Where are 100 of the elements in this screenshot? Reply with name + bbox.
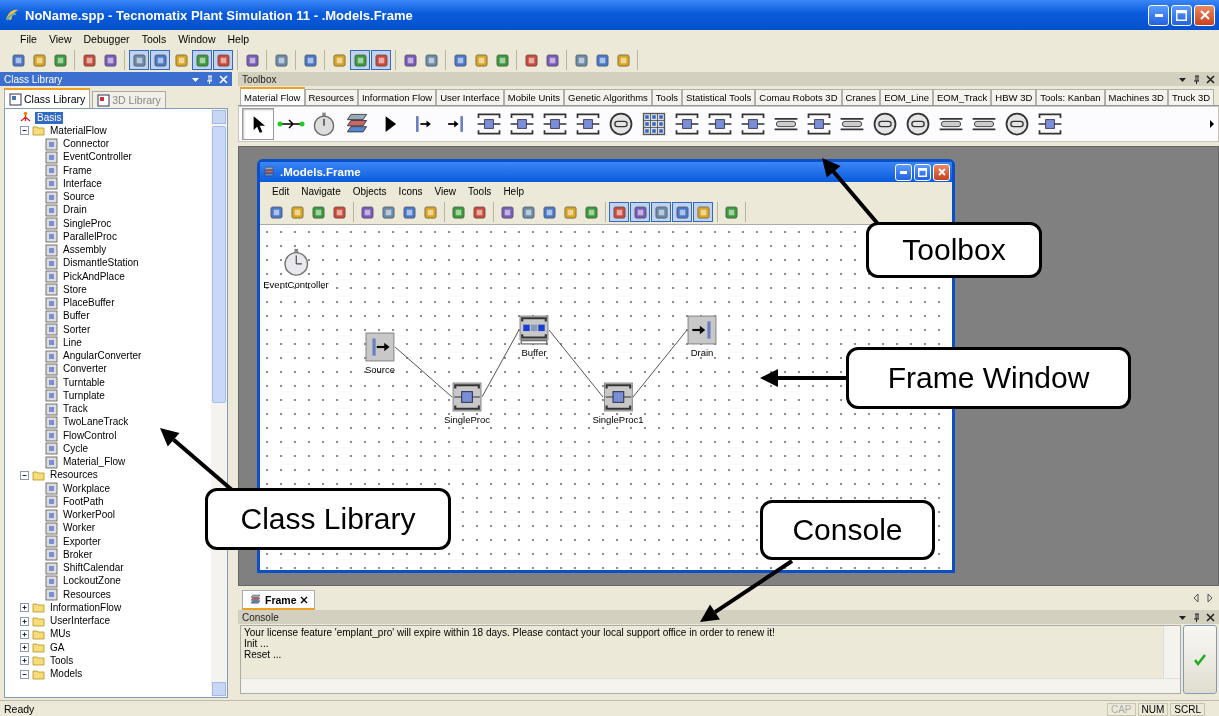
close-button[interactable]	[1194, 4, 1215, 26]
menu-item[interactable]: Help	[497, 185, 530, 197]
expand-icon[interactable]	[20, 616, 29, 626]
tree-item[interactable]: AngularConverter	[61, 350, 144, 363]
tab[interactable]: Information Flow	[357, 89, 437, 105]
tree-item[interactable]: GA	[48, 641, 67, 654]
menu-item[interactable]: Window	[172, 33, 222, 45]
tab[interactable]: Comau Robots 3D	[755, 89, 842, 105]
close-button[interactable]	[933, 163, 950, 181]
tab[interactable]: HBW 3D	[991, 89, 1037, 105]
menu-item[interactable]: Edit	[266, 185, 296, 197]
menu-item[interactable]: Icons	[392, 185, 429, 197]
scrollbar[interactable]	[241, 678, 1180, 693]
close-icon[interactable]	[1206, 74, 1215, 84]
tree-item[interactable]: Track	[61, 403, 90, 416]
check-button[interactable]	[1183, 625, 1217, 694]
tab[interactable]: Cranes	[841, 89, 881, 105]
menu-item[interactable]: Objects	[346, 185, 393, 197]
tree-item[interactable]: PlaceBuffer	[61, 297, 117, 310]
tree-item[interactable]: Broker	[61, 548, 95, 561]
tree-item[interactable]: Cycle	[61, 442, 90, 455]
tree-item[interactable]: PickAndPlace	[61, 270, 127, 283]
tree-item[interactable]: InformationFlow	[48, 601, 124, 614]
tree-item[interactable]: LockoutZone	[61, 575, 123, 588]
tree-item[interactable]: TwoLaneTrack	[61, 416, 131, 429]
maximize-button[interactable]	[1171, 4, 1192, 26]
tab[interactable]: Resources	[304, 89, 358, 105]
tree-item[interactable]: DismantleStation	[61, 257, 141, 270]
menu-item[interactable]: Debugger	[77, 33, 136, 45]
tree-item[interactable]: Store	[61, 283, 89, 296]
toolbar-button[interactable]	[213, 50, 233, 70]
minimize-button[interactable]	[1148, 4, 1169, 26]
tree-item[interactable]: Frame	[61, 164, 94, 177]
toolbox-button[interactable]	[242, 108, 274, 140]
tree-item[interactable]: Workplace	[61, 482, 113, 495]
expand-icon[interactable]	[20, 629, 29, 639]
collapse-icon[interactable]	[20, 126, 29, 136]
tab[interactable]: Genetic Algorithms	[564, 89, 652, 105]
menu-item[interactable]: Help	[221, 33, 256, 45]
tree-item[interactable]: Turntable	[61, 376, 107, 389]
tab[interactable]: Class Library	[4, 88, 91, 108]
toolbar-button[interactable]	[350, 50, 370, 70]
tree-item[interactable]: Assembly	[61, 244, 109, 257]
toolbar-button[interactable]	[129, 50, 149, 70]
scroll-right-icon[interactable]	[1209, 120, 1215, 128]
tree-item[interactable]: Converter	[61, 363, 109, 376]
menu-item[interactable]: File	[14, 33, 43, 45]
tree-item[interactable]: Tools	[48, 654, 76, 667]
tree-item[interactable]: EventController	[61, 151, 134, 164]
tree-item[interactable]: Models	[48, 668, 85, 681]
tree-item[interactable]: Material_Flow	[61, 456, 128, 469]
tab[interactable]: Tools	[651, 89, 683, 105]
menu-item[interactable]: View	[42, 33, 78, 45]
tree-item[interactable]: Buffer	[61, 310, 92, 323]
tree-item[interactable]: MaterialFlow	[48, 124, 109, 137]
collapse-icon[interactable]	[20, 470, 29, 480]
tab[interactable]: Statistical Tools	[682, 89, 756, 105]
expand-icon[interactable]	[20, 643, 29, 653]
menu-item[interactable]: Navigate	[295, 185, 347, 197]
tree-item[interactable]: ShiftCalendar	[61, 562, 126, 575]
tree-item[interactable]: SingleProc	[61, 217, 114, 230]
tree-item[interactable]: WorkerPool	[61, 509, 118, 522]
toolbar-button[interactable]	[672, 202, 692, 222]
toolbar-button[interactable]	[150, 50, 170, 70]
tree-item[interactable]: FootPath	[61, 495, 106, 508]
expand-icon[interactable]	[20, 656, 29, 666]
toolbar-button[interactable]	[609, 202, 629, 222]
toolbar-button[interactable]	[192, 50, 212, 70]
toolbar-button[interactable]	[371, 50, 391, 70]
tree-item[interactable]: Turnplate	[61, 389, 107, 402]
scroll-left-icon[interactable]	[1193, 594, 1199, 602]
tab[interactable]: EOM_Line	[880, 89, 933, 105]
tree-item[interactable]: Connector	[61, 138, 112, 151]
pin-icon[interactable]	[1192, 612, 1201, 622]
collapse-icon[interactable]	[20, 669, 29, 679]
tree-item[interactable]: Resources	[48, 469, 100, 482]
tree-item[interactable]: Sorter	[61, 323, 93, 336]
document-tab[interactable]: Frame	[242, 590, 315, 610]
tree-item[interactable]: ParallelProc	[61, 230, 119, 243]
tab[interactable]: EOM_Track	[933, 89, 992, 105]
tree-item[interactable]: Source	[61, 191, 97, 204]
expand-icon[interactable]	[20, 603, 29, 613]
close-icon[interactable]	[1206, 612, 1215, 622]
tree-item[interactable]: Exporter	[61, 535, 103, 548]
tree-item[interactable]: Interface	[61, 177, 104, 190]
close-icon[interactable]	[299, 595, 308, 604]
tree-item[interactable]: MUs	[48, 628, 73, 641]
menu-item[interactable]: Tools	[462, 185, 498, 197]
scroll-right-icon[interactable]	[1207, 594, 1213, 602]
toolbar-button[interactable]	[630, 202, 650, 222]
scrollbar[interactable]	[1163, 626, 1180, 678]
tab[interactable]: Machines 3D	[1104, 89, 1168, 105]
tree-item[interactable]: Resources	[61, 588, 113, 601]
tree-item[interactable]: Line	[61, 336, 84, 349]
pin-icon[interactable]	[1192, 74, 1201, 84]
tree-item[interactable]: Worker	[61, 522, 98, 535]
tab[interactable]: Tools: Kanban	[1036, 89, 1105, 105]
tab[interactable]: Material Flow	[240, 87, 305, 105]
tree-item[interactable]: Basis	[35, 111, 64, 124]
tab[interactable]: Truck 3D	[1167, 89, 1215, 105]
